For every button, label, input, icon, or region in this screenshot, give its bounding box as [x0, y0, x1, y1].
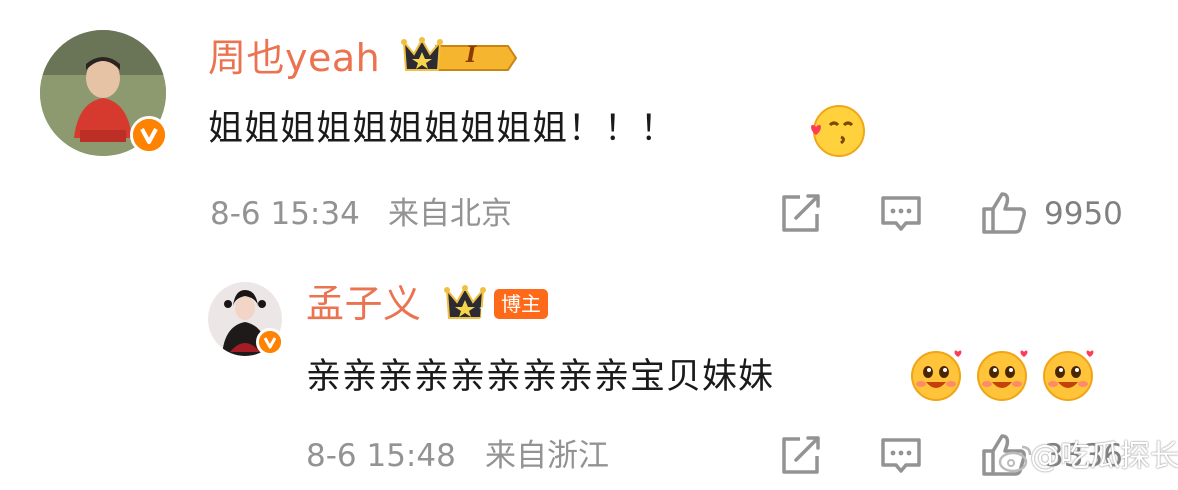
blogger-tag-badge: 博主	[494, 289, 548, 319]
verified-badge-icon	[256, 328, 284, 356]
commenter-name[interactable]: 周也yeah	[208, 36, 380, 80]
comment-location: 来自北京	[388, 196, 512, 232]
shy-love-emoji-icon	[1038, 344, 1102, 404]
comment-icon[interactable]	[879, 194, 923, 234]
weibo-logo-icon	[998, 443, 1034, 473]
forward-icon[interactable]	[778, 434, 822, 478]
shy-love-emoji-icon	[972, 344, 1036, 404]
reply-timestamp: 8-6 15:48	[306, 438, 456, 474]
shy-love-emoji-icon	[906, 344, 970, 404]
comment-timestamp: 8-6 15:34	[210, 196, 360, 232]
kiss-emoji-icon	[808, 103, 866, 159]
forward-icon[interactable]	[778, 192, 822, 236]
member-crown-badge: I	[400, 36, 520, 78]
like-thumb-icon[interactable]	[980, 190, 1028, 236]
watermark-text: @吃瓜探长	[1030, 439, 1178, 474]
like-count: 9950	[1044, 196, 1123, 232]
member-level-label: I	[479, 304, 487, 323]
crown-icon	[401, 37, 518, 71]
reply-location: 来自浙江	[485, 438, 609, 474]
verified-badge-icon	[130, 116, 168, 154]
replier-name[interactable]: 孟子义	[306, 282, 422, 326]
member-crown-badge: I	[443, 284, 493, 326]
member-level-label: I	[466, 42, 477, 68]
comment-text: 姐姐姐姐姐姐姐姐姐姐！！！	[208, 109, 677, 149]
reply-text: 亲亲亲亲亲亲亲亲亲宝贝妹妹	[306, 357, 775, 397]
comment-icon[interactable]	[879, 436, 923, 476]
